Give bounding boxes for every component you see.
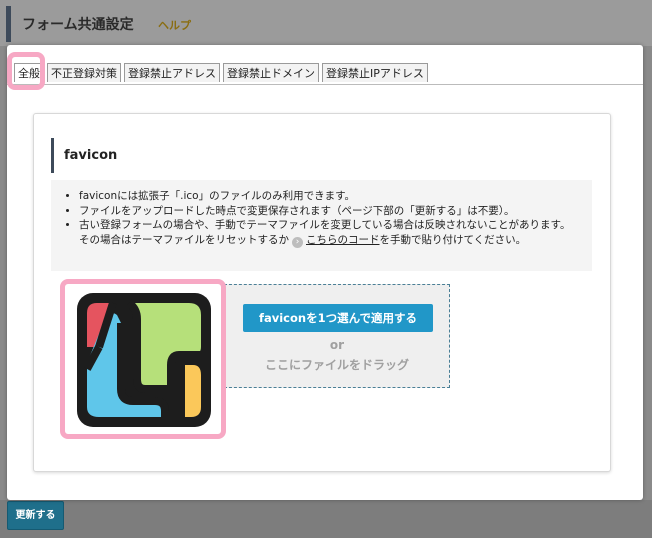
tab-fraud-prevention[interactable]: 不正登録対策 (47, 63, 121, 82)
footer-bar (0, 500, 652, 538)
or-label: or (329, 338, 345, 352)
favicon-info-box: faviconには拡張子「.ico」のファイルのみ利用できます。 ファイルをアッ… (51, 180, 592, 271)
drag-hint: ここにファイルをドラッグ (264, 358, 409, 372)
info-item: 古い登録フォームの場合や、手動でテーマファイルを変更している場合は反映されないこ… (79, 218, 592, 248)
page-header: フォーム共通設定 ヘルプ (0, 0, 652, 46)
tab-bar: 全般 不正登録対策 登録禁止アドレス 登録禁止ドメイン 登録禁止IPアドレス (14, 63, 428, 85)
favicon-card: favicon faviconには拡張子「.ico」のファイルのみ利用できます。… (33, 113, 611, 472)
info-list: faviconには拡張子「.ico」のファイルのみ利用できます。 ファイルをアッ… (51, 180, 592, 248)
favicon-preview (60, 279, 226, 439)
tab-blocked-ip[interactable]: 登録禁止IPアドレス (322, 63, 428, 82)
info-item-continuation: その場合はテーマファイルをリセットするか › こちらのコードを手動で貼り付けてくださ… (79, 233, 592, 248)
file-dropzone[interactable]: faviconを1つ選んで適用する or ここにファイルをドラッグ (224, 284, 450, 388)
tab-blocked-domains[interactable]: 登録禁止ドメイン (223, 63, 319, 82)
info-item: faviconには拡張子「.ico」のファイルのみ利用できます。 (79, 189, 592, 204)
settings-modal: 全般 不正登録対策 登録禁止アドレス 登録禁止ドメイン 登録禁止IPアドレス f… (7, 45, 643, 500)
favicon-logo-icon (77, 293, 211, 427)
help-link[interactable]: ヘルプ (158, 17, 191, 33)
code-link[interactable]: こちらのコード (306, 234, 380, 246)
update-button[interactable]: 更新する (7, 501, 64, 530)
tab-general[interactable]: 全般 (14, 63, 44, 82)
info-cont-suffix: を手動で貼り付けてください。 (379, 233, 527, 246)
link-arrow-icon: › (292, 236, 303, 248)
header-accent-bar (6, 6, 11, 42)
info-item-text: 古い登録フォームの場合や、手動でテーマファイルを変更している場合は反映されないこ… (79, 219, 571, 231)
tab-divider (7, 84, 643, 85)
page-title: フォーム共通設定 (22, 17, 134, 33)
info-item: ファイルをアップロードした時点で変更保存されます（ページ下部の「更新する」は不要… (79, 204, 592, 219)
favicon-section-title: favicon (51, 138, 117, 173)
tab-blocked-addresses[interactable]: 登録禁止アドレス (124, 63, 220, 82)
choose-favicon-button[interactable]: faviconを1つ選んで適用する (243, 304, 433, 332)
info-cont-prefix: その場合はテーマファイルをリセットするか (79, 233, 289, 246)
